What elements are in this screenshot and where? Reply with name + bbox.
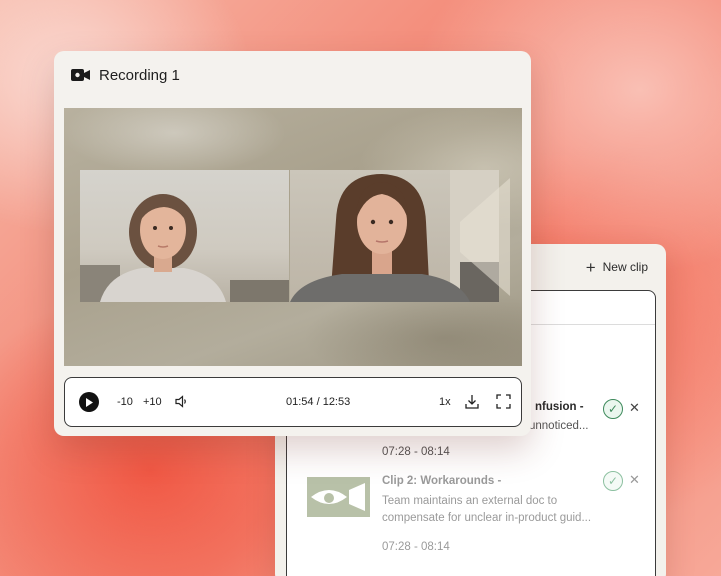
video-player[interactable]	[64, 108, 522, 366]
play-button[interactable]	[79, 392, 99, 412]
clip-item-2[interactable]: Clip 2: Workarounds - Team maintains an …	[287, 471, 655, 557]
clip-title: nfusion -	[535, 401, 584, 413]
check-icon: ✓	[607, 402, 619, 416]
rewind-10-button[interactable]: -10	[117, 396, 133, 408]
play-icon	[85, 397, 93, 407]
dismiss-clip-button[interactable]: ✕	[629, 472, 640, 488]
clip-title: Clip 2: Workarounds -	[382, 475, 502, 487]
forward-10-button[interactable]: +10	[143, 396, 162, 408]
download-icon	[465, 395, 479, 409]
recording-title: Recording 1	[99, 66, 180, 84]
new-clip-button[interactable]: + New clip	[586, 259, 648, 276]
plus-icon: +	[585, 257, 596, 277]
approve-clip-button[interactable]: ✓	[603, 471, 623, 491]
check-icon: ✓	[607, 474, 619, 488]
clip-thumbnail	[307, 477, 370, 517]
playback-time: 01:54 / 12:53	[286, 396, 351, 408]
new-clip-label: New clip	[602, 260, 648, 274]
recording-card: Recording 1 -10 +10 01:54 / 12:53 1x	[54, 51, 531, 436]
video-camera-icon	[460, 178, 512, 296]
fullscreen-button[interactable]	[496, 394, 511, 409]
clip-description: Team maintains an external doc to compen…	[382, 495, 592, 524]
download-button[interactable]	[465, 394, 479, 409]
clip-time-range: 07:28 - 08:14	[382, 541, 450, 553]
playback-speed-button[interactable]: 1x	[439, 396, 451, 408]
dismiss-clip-button[interactable]: ✕	[629, 400, 640, 416]
video-camera-icon	[71, 69, 90, 81]
video-camera-icon	[307, 477, 370, 517]
approve-clip-button[interactable]: ✓	[603, 399, 623, 419]
recording-header: Recording 1	[54, 51, 531, 99]
clip-description: unnoticed...	[529, 420, 589, 432]
volume-button[interactable]	[175, 395, 189, 408]
playback-controls: -10 +10 01:54 / 12:53 1x	[64, 377, 522, 427]
fullscreen-icon	[496, 394, 511, 409]
participant-video-left	[80, 170, 289, 302]
volume-icon	[175, 395, 186, 408]
clip-time-range: 07:28 - 08:14	[382, 446, 450, 458]
